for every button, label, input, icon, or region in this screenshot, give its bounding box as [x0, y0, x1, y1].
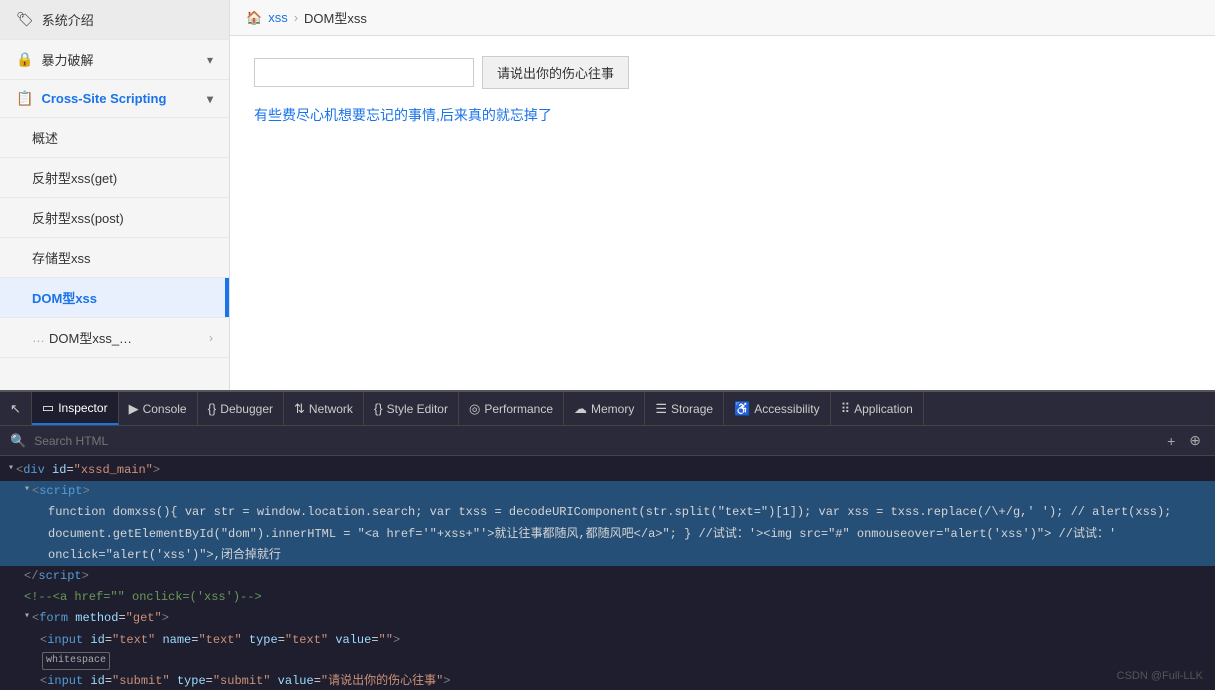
code-line-6: </script> — [0, 566, 1215, 587]
code-line-8: ▾ <form method="get" > — [0, 608, 1215, 629]
tab-pick[interactable]: ↖ — [0, 392, 32, 425]
sidebar-item-intro[interactable]: 🏷 系统介绍 — [0, 0, 229, 40]
whitespace-badge: whitespace — [42, 652, 110, 670]
sidebar-item-label: 暴力破解 — [41, 50, 93, 69]
code-line-10: whitespace — [0, 651, 1215, 671]
tab-performance-label: Performance — [484, 402, 553, 416]
tab-accessibility[interactable]: ♿ Accessibility — [724, 392, 831, 425]
search-icon: 🔍 — [10, 433, 26, 449]
sidebar-item-label: 反射型xss(post) — [32, 211, 124, 226]
breadcrumb-xss-link[interactable]: xss — [268, 10, 288, 25]
devtools-search-input[interactable] — [34, 434, 1155, 448]
devtools-panel: ↖ ▭ Inspector ▶ Console {} Debugger ⇅ Ne… — [0, 390, 1215, 690]
tab-debugger-label: Debugger — [220, 402, 273, 416]
toggle-arrow[interactable]: ▾ — [24, 482, 30, 498]
chevron-down-icon: ▾ — [207, 53, 213, 67]
code-line-4: document.getElementById("dom").innerHTML… — [0, 524, 1215, 545]
code-line-9: <input id="text" name="text" type="text"… — [0, 630, 1215, 651]
memory-icon: ☁ — [574, 401, 587, 417]
sidebar: 🏷 系统介绍 🔒 暴力破解 ▾ 📋 Cross-Site Scripting ▾… — [0, 0, 230, 390]
watermark: CSDN @Full-LLK — [1117, 670, 1203, 682]
console-icon: ▶ — [129, 401, 139, 417]
application-icon: ⠿ — [841, 401, 851, 417]
tab-inspector-label: Inspector — [58, 401, 107, 415]
devtools-search-bar: 🔍 + ⊕ — [0, 426, 1215, 456]
devtools-toolbar: ↖ ▭ Inspector ▶ Console {} Debugger ⇅ Ne… — [0, 392, 1215, 426]
tab-console-label: Console — [143, 402, 187, 416]
sidebar-item-bruteforce[interactable]: 🔒 暴力破解 ▾ — [0, 40, 229, 80]
code-line-7: <!--<a href="" onclick=('xss')--> — [0, 587, 1215, 608]
sidebar-item-label: 概述 — [32, 131, 58, 146]
sidebar-item-label: 系统介绍 — [42, 10, 94, 29]
ellipsis-icon: … — [32, 330, 45, 345]
breadcrumb: 🏠 xss › DOM型xss — [230, 0, 1215, 36]
sidebar-item-dom2[interactable]: … DOM型xss_… › — [0, 318, 229, 358]
tab-style-editor[interactable]: {} Style Editor — [364, 392, 459, 425]
sidebar-item-label: DOM型xss_… — [49, 328, 132, 347]
network-icon: ⇅ — [294, 401, 305, 417]
list-icon: 📋 — [16, 90, 33, 107]
sidebar-item-xss[interactable]: 📋 Cross-Site Scripting ▾ — [0, 80, 229, 118]
tab-accessibility-label: Accessibility — [754, 402, 819, 416]
sidebar-item-overview[interactable]: 概述 — [0, 118, 229, 158]
tab-application-label: Application — [854, 402, 913, 416]
code-line-11: <input id="submit" type="submit" value="… — [0, 671, 1215, 690]
sidebar-item-label: 反射型xss(get) — [32, 171, 117, 186]
search-row: 请说出你的伤心往事 — [254, 56, 1191, 89]
pick-element-button[interactable]: ⊕ — [1185, 430, 1205, 451]
tab-console[interactable]: ▶ Console — [119, 392, 198, 425]
arrow-right-icon: › — [209, 331, 213, 345]
tab-memory[interactable]: ☁ Memory — [564, 392, 645, 425]
search-input[interactable] — [254, 58, 474, 87]
storage-icon: ☰ — [655, 401, 667, 417]
page-body: 请说出你的伤心往事 有些费尽心机想要忘记的事情,后来真的就忘掉了 — [230, 36, 1215, 390]
tab-network-label: Network — [309, 402, 353, 416]
toggle-arrow[interactable]: ▾ — [24, 609, 30, 625]
accessibility-icon: ♿ — [734, 401, 750, 417]
devtools-code-panel[interactable]: ▾ <div id="xssd_main" > ▾ <script> funct… — [0, 456, 1215, 690]
page-link[interactable]: 有些费尽心机想要忘记的事情,后来真的就忘掉了 — [254, 107, 552, 123]
tab-application[interactable]: ⠿ Application — [831, 392, 924, 425]
top-area: 🏷 系统介绍 🔒 暴力破解 ▾ 📋 Cross-Site Scripting ▾… — [0, 0, 1215, 390]
devtools-search-actions: + ⊕ — [1163, 430, 1205, 451]
toggle-arrow[interactable]: ▾ — [8, 461, 14, 477]
performance-icon: ◎ — [469, 401, 480, 417]
home-icon: 🏠 — [246, 10, 262, 26]
breadcrumb-separator: › — [294, 10, 298, 25]
tab-storage[interactable]: ☰ Storage — [645, 392, 724, 425]
code-line-1: ▾ <div id="xssd_main" > — [0, 460, 1215, 481]
tab-style-editor-label: Style Editor — [387, 402, 448, 416]
code-line-5: onclick="alert('xss')">,闭合掉就行 — [0, 545, 1215, 566]
code-line-2: ▾ <script> — [0, 481, 1215, 502]
sidebar-item-reflected-get[interactable]: 反射型xss(get) — [0, 158, 229, 198]
add-node-button[interactable]: + — [1163, 430, 1179, 451]
breadcrumb-current: DOM型xss — [304, 8, 367, 27]
tag-icon: 🏷 — [16, 11, 34, 28]
main-content: 🏠 xss › DOM型xss 请说出你的伤心往事 有些费尽心机想要忘记的事情,… — [230, 0, 1215, 390]
sidebar-item-reflected-post[interactable]: 反射型xss(post) — [0, 198, 229, 238]
tab-inspector[interactable]: ▭ Inspector — [32, 392, 119, 425]
pick-icon: ↖ — [10, 401, 21, 417]
code-line-3: function domxss(){ var str = window.loca… — [0, 502, 1215, 523]
tab-performance[interactable]: ◎ Performance — [459, 392, 564, 425]
sidebar-item-label: DOM型xss — [32, 291, 97, 306]
tab-memory-label: Memory — [591, 402, 634, 416]
inspector-icon: ▭ — [42, 400, 54, 416]
debugger-icon: {} — [208, 401, 217, 416]
style-editor-icon: {} — [374, 401, 383, 416]
chevron-down-icon: ▾ — [207, 92, 213, 106]
sidebar-item-stored[interactable]: 存储型xss — [0, 238, 229, 278]
tab-network[interactable]: ⇅ Network — [284, 392, 364, 425]
sidebar-item-dom[interactable]: DOM型xss — [0, 278, 229, 318]
sidebar-item-label: Cross-Site Scripting — [41, 91, 166, 106]
lock-icon: 🔒 — [16, 51, 33, 68]
tab-debugger[interactable]: {} Debugger — [198, 392, 284, 425]
sidebar-item-label: 存储型xss — [32, 251, 91, 266]
search-button[interactable]: 请说出你的伤心往事 — [482, 56, 629, 89]
tab-storage-label: Storage — [671, 402, 713, 416]
